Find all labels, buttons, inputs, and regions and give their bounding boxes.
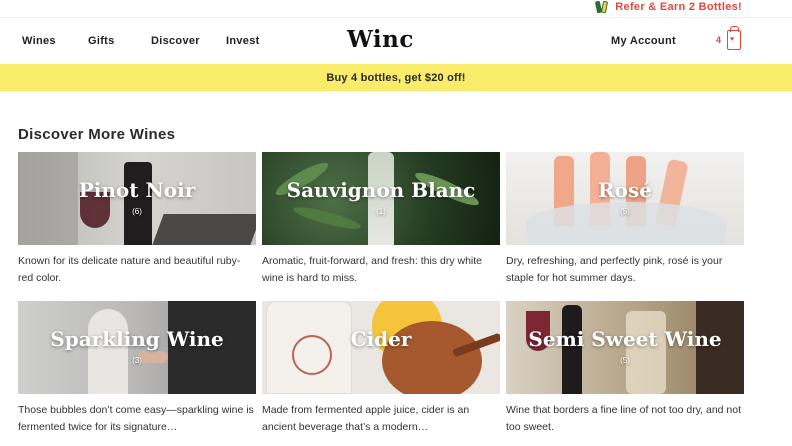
promo-banner[interactable]: Buy 4 bottles, get $20 off! [0, 64, 792, 91]
nav-gifts[interactable]: Gifts [88, 35, 115, 47]
card-title: Sparkling Wine [50, 327, 224, 351]
card-description: Aromatic, fruit-forward, and fresh: this… [262, 255, 482, 284]
wine-bottles-icon [595, 0, 609, 14]
nav-wines[interactable]: Wines [22, 35, 56, 47]
card-count: (5) [620, 356, 630, 365]
promo-banner-text: Buy 4 bottles, get $20 off! [326, 71, 466, 84]
refer-text: Refer & Earn 2 Bottles! [615, 1, 742, 13]
wine-card-sauvignon-blanc[interactable]: Aromatic, fruit-forward, and fresh: this… [262, 152, 500, 287]
card-count: (6) [132, 207, 142, 216]
card-title: Semi Sweet Wine [528, 327, 722, 351]
nav-invest[interactable]: Invest [226, 35, 260, 47]
cart-count: 4 [716, 35, 722, 45]
wine-card-sparkling-wine[interactable]: Those bubbles don’t come easy—sparkling … [18, 301, 256, 436]
nav-discover[interactable]: Discover [151, 35, 200, 47]
card-description: Those bubbles don’t come easy—sparkling … [18, 404, 254, 433]
referral-strip: Refer & Earn 2 Bottles! [0, 0, 792, 18]
my-account-link[interactable]: My Account [611, 35, 676, 47]
section-title: Discover More Wines [18, 126, 176, 143]
wine-card-rose[interactable]: Dry, refreshing, and perfectly pink, ros… [506, 152, 744, 287]
wine-card-semi-sweet-wine[interactable]: Wine that borders a fine line of not too… [506, 301, 744, 436]
shopping-bag-icon [727, 26, 741, 50]
wine-card-cider[interactable]: Made from fermented apple juice, cider i… [262, 301, 500, 436]
card-count: (1) [376, 207, 386, 216]
card-title: Cider [350, 327, 412, 351]
refer-link[interactable]: Refer & Earn 2 Bottles! [595, 0, 742, 14]
winc-logo[interactable]: Winc [347, 26, 414, 53]
card-title: Sauvignon Blanc [286, 178, 476, 202]
card-description: Known for its delicate nature and beauti… [18, 255, 241, 284]
card-description: Dry, refreshing, and perfectly pink, ros… [506, 255, 723, 284]
card-title: Rosé [598, 178, 652, 202]
card-count: (3) [132, 356, 142, 365]
wine-card-pinot-noir[interactable]: Known for its delicate nature and beauti… [18, 152, 256, 287]
card-title: Pinot Noir [78, 178, 196, 202]
card-count: (5) [620, 207, 630, 216]
card-description: Wine that borders a fine line of not too… [506, 404, 742, 433]
main-nav: Wines Gifts Discover Invest Winc My Acco… [0, 18, 792, 64]
card-description: Made from fermented apple juice, cider i… [262, 404, 470, 433]
